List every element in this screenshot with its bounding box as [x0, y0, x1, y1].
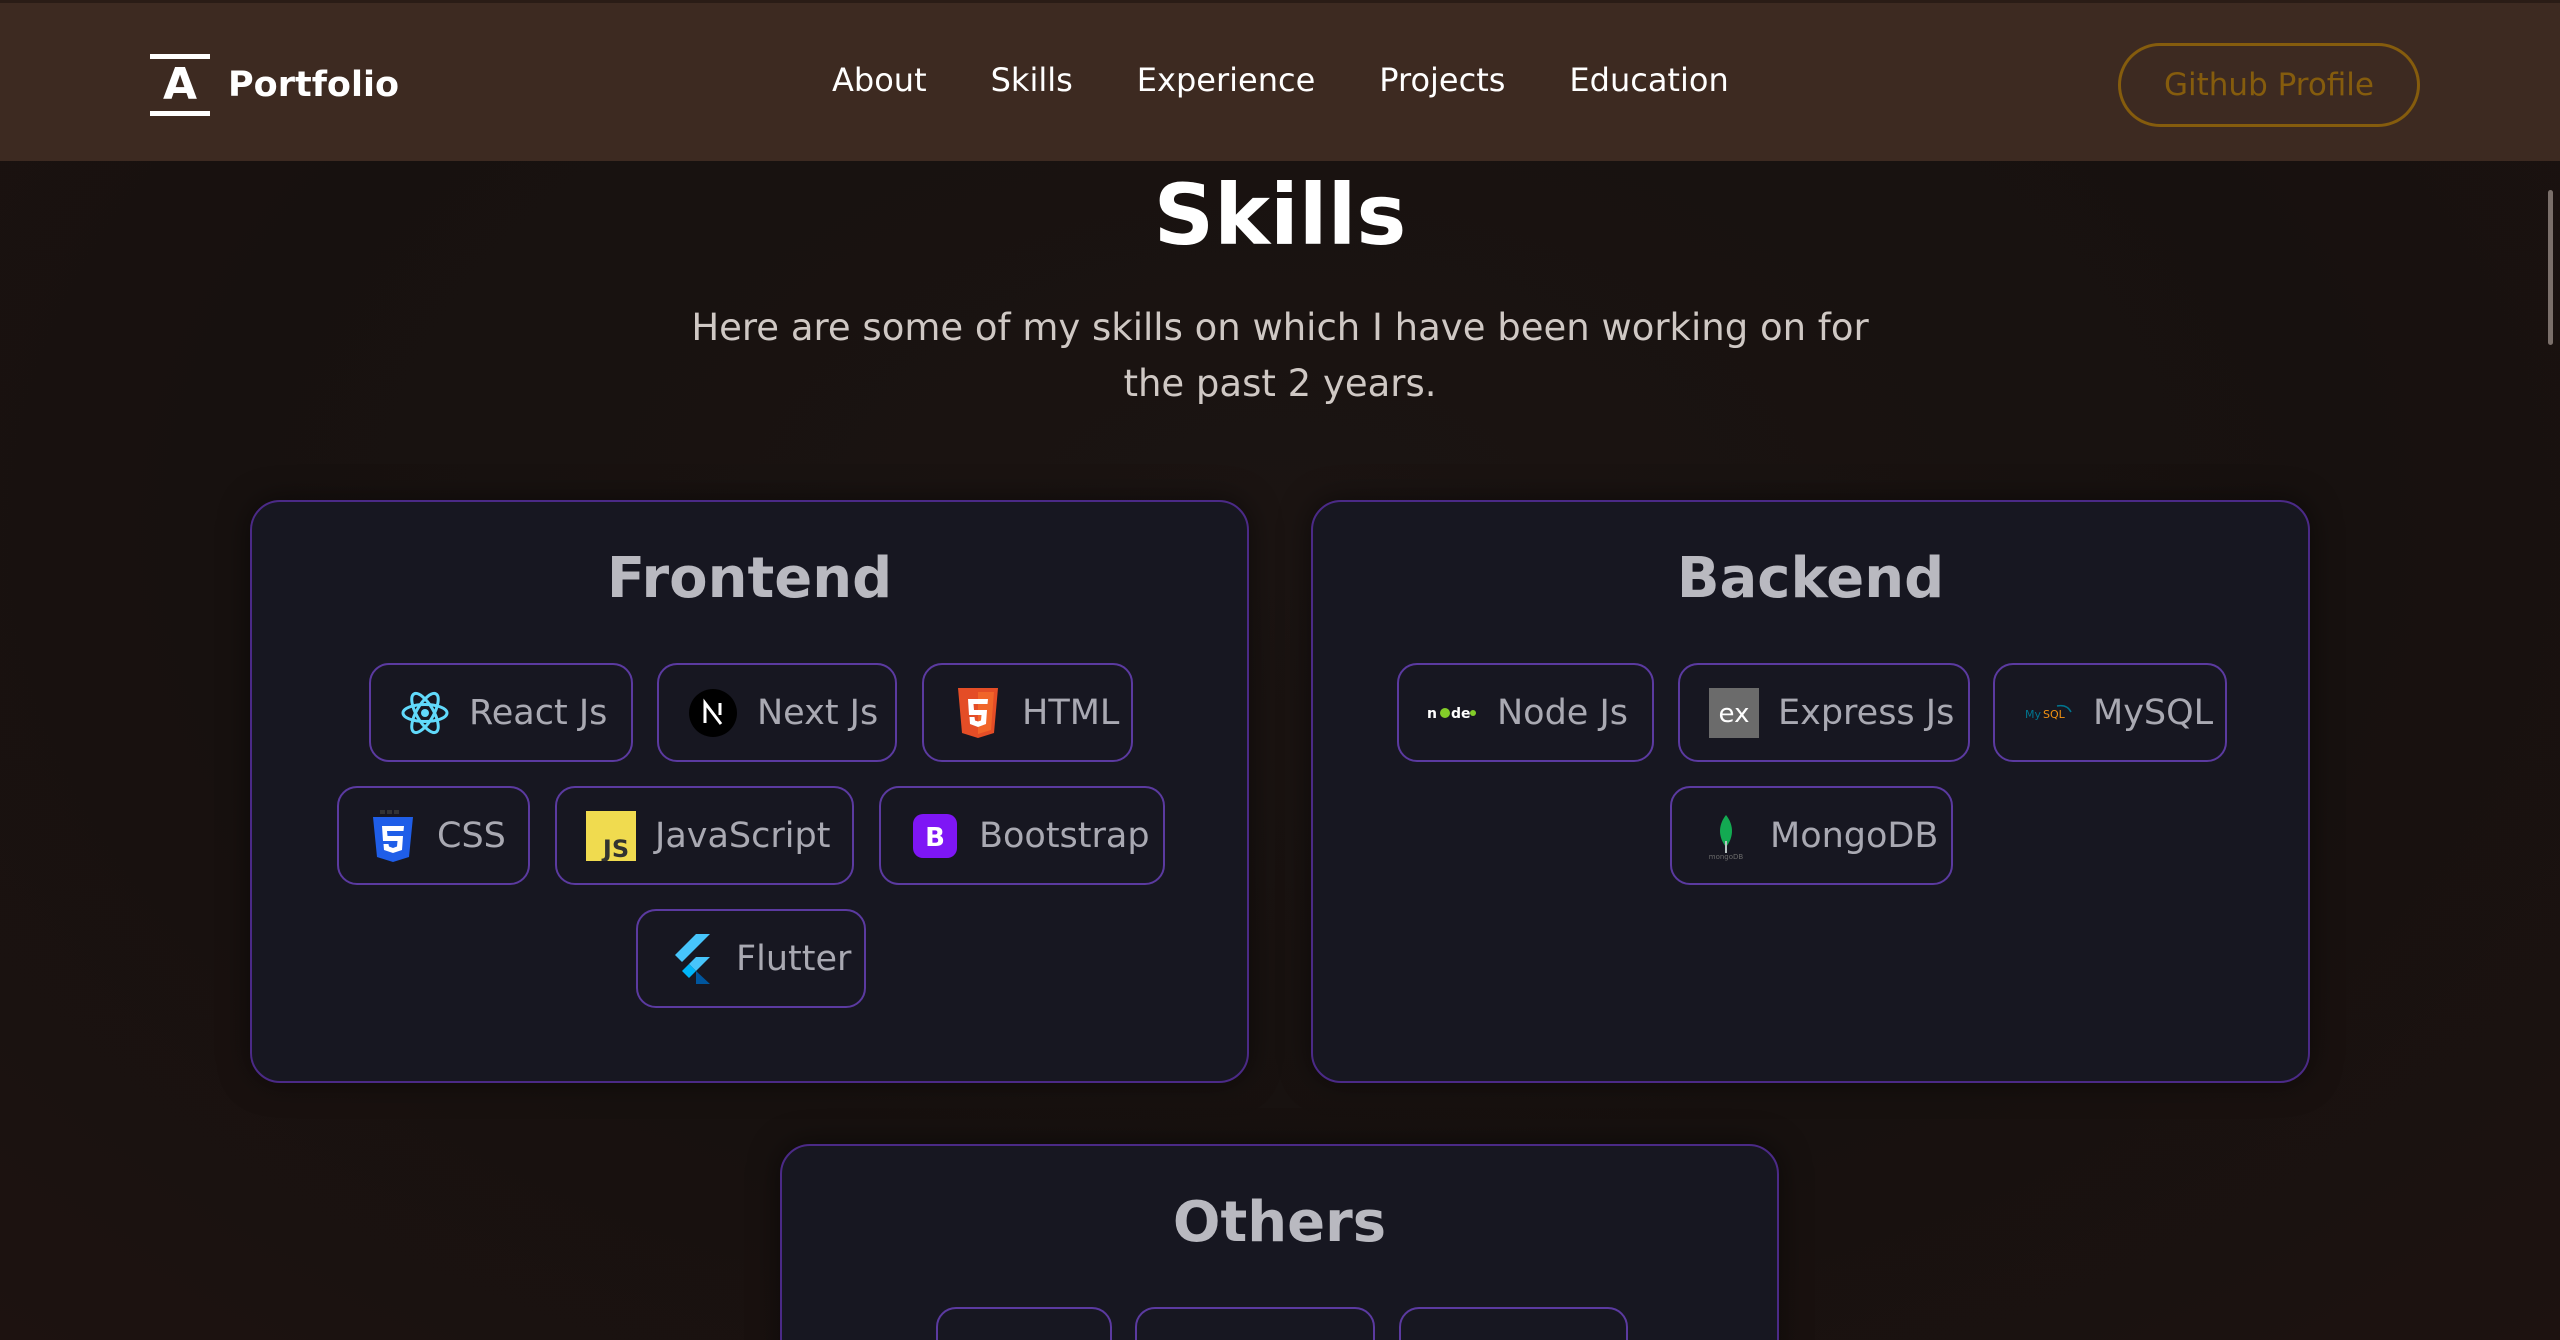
nextjs-icon — [687, 687, 739, 739]
mongodb-icon: mongoDB — [1700, 810, 1752, 862]
skill-label: HTML — [1022, 692, 1120, 733]
backend-card: Backend n de Node Js ex Express Js My SQL … — [1311, 500, 2310, 1083]
skill-chip-css[interactable]: CSS — [337, 786, 530, 885]
svg-text:JS: JS — [601, 835, 629, 861]
html5-icon — [952, 687, 1004, 739]
github-profile-button[interactable]: Github Profile — [2118, 43, 2420, 127]
express-icon: ex — [1708, 687, 1760, 739]
nav-link-skills[interactable]: Skills — [991, 61, 1073, 99]
mysql-icon: My SQL — [2023, 687, 2075, 739]
skill-chip-bootstrap[interactable]: B Bootstrap — [879, 786, 1165, 885]
svg-text:ex: ex — [1719, 699, 1750, 729]
card-title-backend: Backend — [1676, 546, 1945, 611]
page-scrollbar[interactable] — [2548, 190, 2553, 345]
flutter-icon — [666, 933, 718, 985]
nav-link-about[interactable]: About — [832, 61, 927, 99]
bootstrap-icon: B — [909, 810, 961, 862]
svg-text:mongoDB: mongoDB — [1709, 853, 1744, 861]
skill-label: Flutter — [736, 938, 852, 979]
nodejs-icon: n de — [1427, 687, 1479, 739]
skill-label: Next Js — [757, 692, 879, 733]
nav-links: About Skills Experience Projects Educati… — [832, 61, 1793, 99]
skill-chip-nodejs[interactable]: n de Node Js — [1397, 663, 1654, 762]
svg-text:B: B — [925, 823, 945, 853]
skill-chip-flutter[interactable]: Flutter — [636, 909, 866, 1008]
nav-link-experience[interactable]: Experience — [1137, 61, 1315, 99]
skill-chip-react[interactable]: React Js — [369, 663, 633, 762]
card-title-others: Others — [1172, 1190, 1387, 1255]
skill-label: MySQL — [2093, 692, 2214, 733]
frontend-card: Frontend React Js Next Js HTML CSS JS Ja… — [250, 500, 1249, 1083]
skill-chip-javascript[interactable]: JS JavaScript — [555, 786, 854, 885]
skill-chip-nextjs[interactable]: Next Js — [657, 663, 897, 762]
skill-chip-express[interactable]: ex Express Js — [1678, 663, 1970, 762]
skill-chip-html[interactable]: HTML — [922, 663, 1133, 762]
brand-logo[interactable]: A Portfolio — [150, 53, 399, 117]
skill-chip[interactable] — [1135, 1307, 1375, 1340]
skill-label: Bootstrap — [979, 815, 1150, 856]
skill-label: React Js — [469, 692, 608, 733]
svg-text:My: My — [2025, 708, 2041, 721]
svg-text:de: de — [1451, 706, 1471, 722]
css3-icon — [367, 809, 419, 862]
nav-link-education[interactable]: Education — [1569, 61, 1728, 99]
skill-chip[interactable] — [936, 1307, 1112, 1340]
skill-chip[interactable] — [1399, 1307, 1628, 1340]
react-icon — [399, 687, 451, 739]
section-title: Skills — [1153, 166, 1407, 264]
svg-text:n: n — [1427, 706, 1437, 722]
section-description: Here are some of my skills on which I ha… — [691, 306, 1869, 405]
top-navbar: A Portfolio About Skills Experience Proj… — [0, 0, 2560, 161]
skill-label: CSS — [437, 815, 506, 856]
brand-name: Portfolio — [228, 65, 400, 105]
skill-chip-mysql[interactable]: My SQL MySQL — [1993, 663, 2227, 762]
javascript-icon: JS — [585, 810, 637, 862]
skill-label: JavaScript — [655, 815, 831, 856]
brand-mark-icon: A — [150, 54, 210, 116]
card-title-frontend: Frontend — [606, 546, 893, 611]
skill-label: Node Js — [1497, 692, 1629, 733]
skill-chip-mongodb[interactable]: mongoDB MongoDB — [1670, 786, 1953, 885]
others-card: Others — [780, 1144, 1779, 1340]
svg-text:SQL: SQL — [2043, 708, 2066, 721]
nav-link-projects[interactable]: Projects — [1379, 61, 1505, 99]
skill-label: MongoDB — [1770, 815, 1939, 856]
skill-label: Express Js — [1778, 692, 1955, 733]
